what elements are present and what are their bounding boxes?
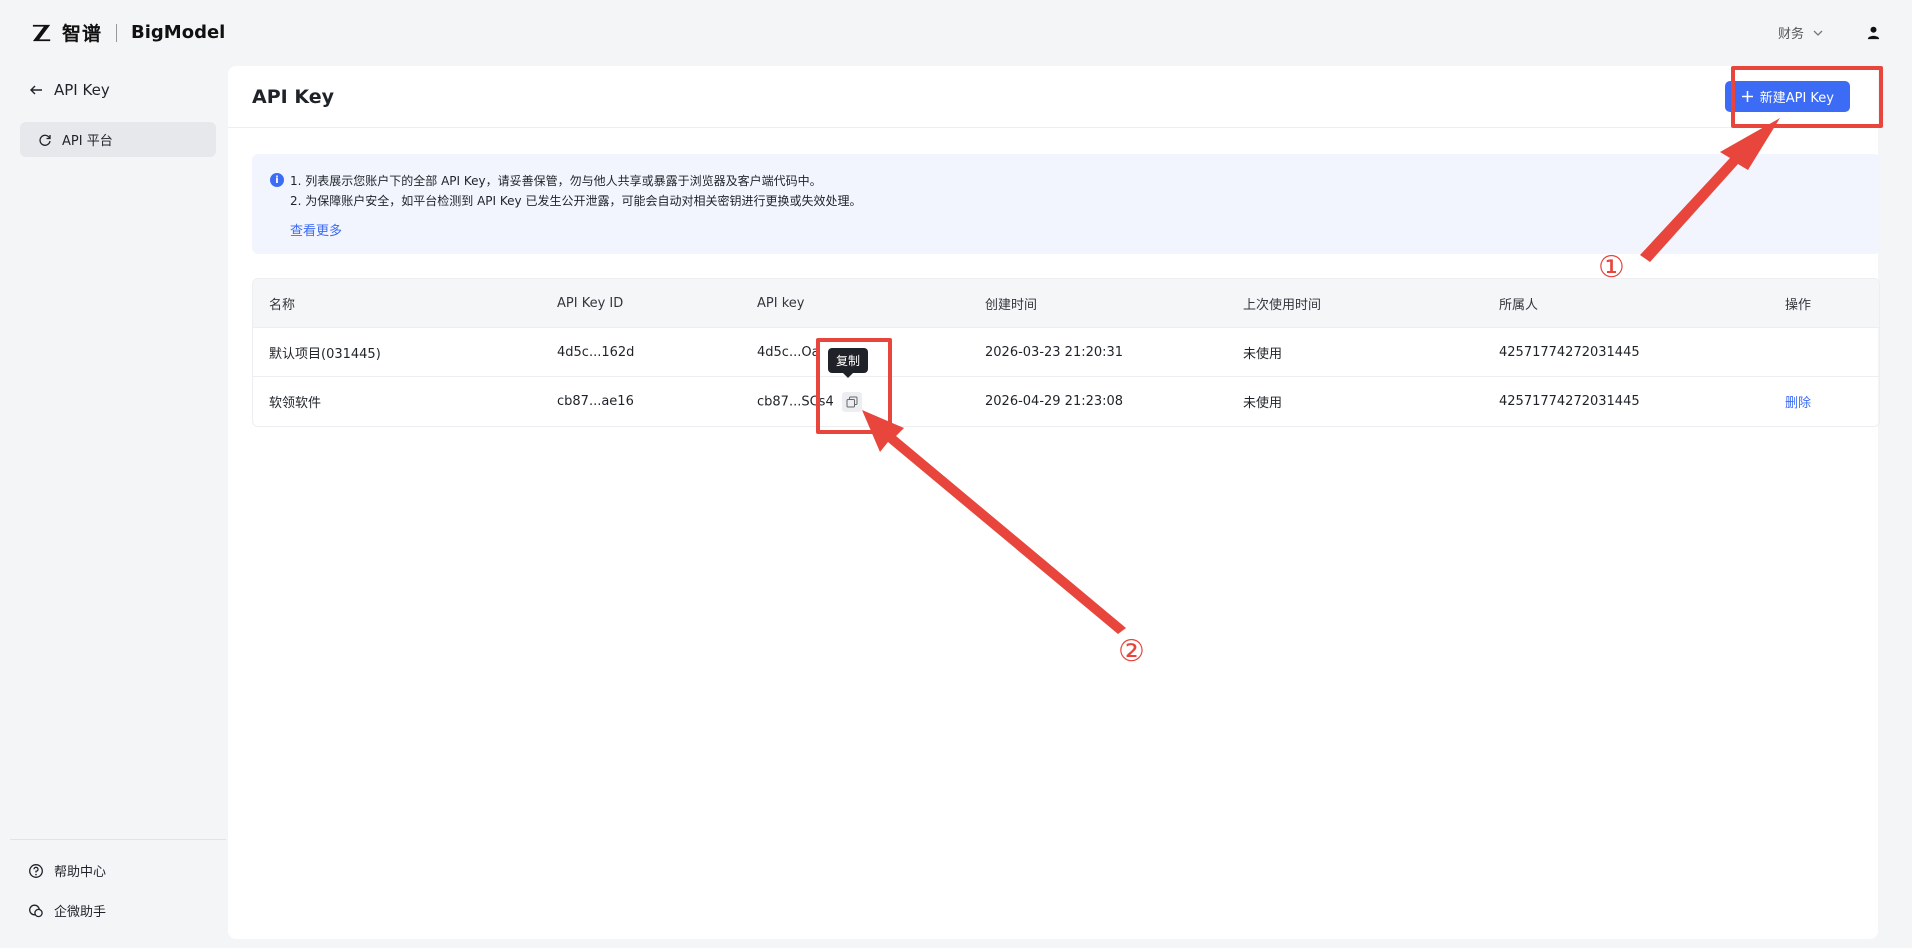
page-title: API Key (252, 85, 334, 108)
delete-link[interactable]: 删除 (1785, 396, 1811, 411)
top-bar: 智谱 BigModel 财务 (0, 0, 1912, 65)
user-avatar-icon[interactable] (1864, 24, 1882, 42)
chat-assistant-icon (29, 904, 43, 917)
logo[interactable]: 智谱 BigModel (30, 19, 225, 46)
cell-key-id: 4d5c...162d (557, 344, 635, 360)
cell-owner: 425717742720314​45 (1499, 344, 1640, 360)
new-api-key-button[interactable]: 新建API Key (1724, 81, 1850, 112)
sidebar-help-center[interactable]: 帮助中心 (28, 861, 106, 880)
cell-created: 2026-04-29 21:23:08 (985, 394, 1124, 409)
finance-menu[interactable]: 财务 (1778, 23, 1824, 42)
help-circle-icon (29, 863, 43, 878)
cell-owner: 42571774272031445 (1499, 394, 1640, 409)
cell-key-id: cb87...ae16 (557, 394, 634, 409)
back-label: API Key (54, 81, 110, 99)
column-header-created: 创建时间 (985, 297, 1038, 313)
table-row: 软领软件 cb87...ae16 cb87...SCs4 2026-04-29 … (253, 377, 1879, 426)
help-center-label: 帮助中心 (54, 865, 107, 880)
cell-action: 删除 (1769, 392, 1879, 411)
wecom-assistant-label: 企微助手 (54, 905, 107, 920)
cell-key-text: cb87...SCs4 (757, 394, 834, 409)
column-header-key-id: API Key ID (557, 295, 624, 311)
cell-name: 软领软件 (269, 396, 322, 411)
sidebar: API Key API 平台 帮助中心 企微助手 (10, 65, 226, 948)
copy-tooltip: 复制 (828, 348, 869, 378)
logo-cn-text: 智谱 (62, 23, 103, 45)
chevron-down-icon (1813, 30, 1823, 36)
main-panel: API Key 新建API Key i 1. 列表展示您账户下的全部 API K… (228, 66, 1880, 939)
cell-created: 2026-03-23 21:20:31 (985, 344, 1124, 360)
column-header-owner: 所属人 (1499, 297, 1539, 313)
notice-line-2: 2. 为保障账户安全，如平台检测到 API Key 已发生公开泄露，可能会自动对… (290, 193, 862, 208)
api-key-table: 名称 API Key ID API key 创建时间 上次使用时间 所属人 操作… (252, 278, 1880, 427)
cell-name: 默认项目(031445) (269, 346, 381, 362)
arrow-left-icon (30, 85, 42, 95)
cell-last-used: 未使用 (1243, 396, 1283, 411)
table-row: 默认项目(031445) 4d5c...162d 4d5c...Oa 2026-… (253, 328, 1879, 377)
cell-key: cb87...SCs4 (741, 391, 969, 412)
column-header-last-used: 上次使用时间 (1243, 297, 1322, 313)
refresh-icon (39, 134, 51, 146)
copy-key-button[interactable] (841, 391, 862, 412)
logo-divider (116, 23, 118, 42)
copy-icon (846, 396, 858, 407)
notice-banner: i 1. 列表展示您账户下的全部 API Key，请妥善保管，勿与他人共享或暴露… (252, 154, 1880, 254)
new-api-key-label: 新建API Key (1759, 91, 1834, 106)
notice-line-1: 1. 列表展示您账户下的全部 API Key，请妥善保管，勿与他人共享或暴露于浏… (290, 173, 822, 188)
column-header-name: 名称 (269, 297, 296, 313)
finance-label: 财务 (1777, 27, 1804, 42)
plus-icon (1741, 91, 1753, 102)
logo-en-text: BigModel (131, 22, 226, 43)
column-header-key: API key (757, 295, 805, 311)
sidebar-item-label: API 平台 (62, 134, 113, 149)
zhipu-logo-icon (30, 22, 54, 44)
cell-key-text: 4d5c...Oa (757, 344, 820, 360)
sidebar-divider (10, 839, 226, 840)
main-header: API Key 新建API Key (228, 66, 1878, 128)
back-to-api-key[interactable]: API Key (28, 81, 110, 99)
table-header-row: 名称 API Key ID API key 创建时间 上次使用时间 所属人 操作 (253, 279, 1879, 328)
view-more-link[interactable]: 查看更多 (290, 220, 342, 239)
sidebar-item-api-platform[interactable]: API 平台 (20, 122, 216, 157)
cell-last-used: 未使用 (1243, 346, 1283, 362)
info-icon: i (270, 173, 284, 187)
column-header-actions: 操作 (1785, 297, 1812, 313)
sidebar-wecom-assistant[interactable]: 企微助手 (28, 901, 106, 920)
